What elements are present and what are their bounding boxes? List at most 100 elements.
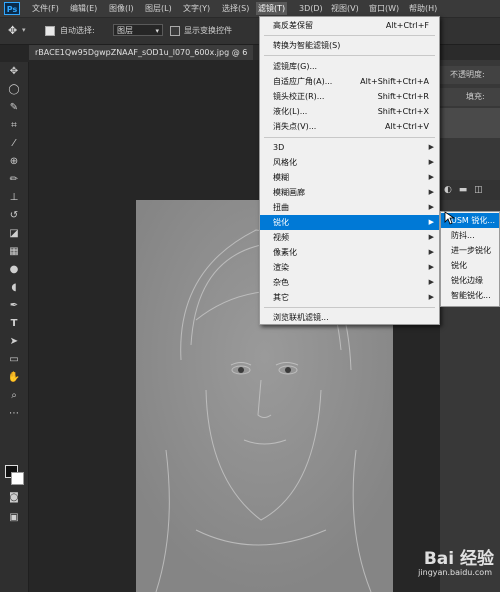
filter-menu-item[interactable]: 风格化 ▶ xyxy=(260,155,439,170)
menu-item-shortcut: Alt+Ctrl+V xyxy=(385,122,429,131)
submenu-item-label: USM 锐化... xyxy=(451,216,496,225)
background-color-swatch[interactable] xyxy=(11,472,24,485)
menu-separator xyxy=(264,137,435,138)
filter-menu-item[interactable]: 自适应广角(A)... Alt+Shift+Ctrl+A xyxy=(260,74,439,89)
stamp-tool-icon[interactable]: ⊥ xyxy=(7,192,21,204)
submenu-arrow-icon: ▶ xyxy=(428,278,434,286)
submenu-arrow-icon: ▶ xyxy=(428,188,434,196)
type-tool-icon[interactable]: T xyxy=(7,318,21,330)
crop-tool-icon[interactable]: ⌗ xyxy=(7,120,21,132)
submenu-item[interactable]: 锐化边缘 xyxy=(441,273,499,288)
menu-layer[interactable]: 图层(L) xyxy=(143,2,174,15)
filter-menu-item[interactable]: 渲染 ▶ xyxy=(260,260,439,275)
filter-menu-item[interactable]: 模糊 ▶ xyxy=(260,170,439,185)
submenu-item-label: 进一步锐化 xyxy=(451,246,491,255)
rectangle-tool-icon[interactable]: ▭ xyxy=(7,354,21,366)
menu-window[interactable]: 窗口(W) xyxy=(367,2,401,15)
menu-item-label: 模糊画廊 xyxy=(273,188,305,197)
lasso-tool-icon[interactable]: ◯ xyxy=(7,84,21,96)
menu-item-label: 视频 xyxy=(273,233,289,242)
menu-item-label: 其它 xyxy=(273,293,289,302)
menu-separator xyxy=(264,35,435,36)
filter-menu-item[interactable]: 3D ▶ xyxy=(260,140,439,155)
chevron-down-icon: ▾ xyxy=(155,27,159,35)
filter-menu-item[interactable]: 消失点(V)... Alt+Ctrl+V xyxy=(260,119,439,134)
photoshop-logo: Ps xyxy=(4,2,20,15)
submenu-item[interactable]: 防抖... xyxy=(441,228,499,243)
submenu-arrow-icon: ▶ xyxy=(428,248,434,256)
filter-menu-item-sharpen[interactable]: 锐化 ▶ xyxy=(260,215,439,230)
filter-menu: 高反差保留 Alt+Ctrl+F 转换为智能滤镜(S) 滤镜库(G)... 自适应… xyxy=(259,16,440,325)
more-tools-icon[interactable]: ⋯ xyxy=(7,408,21,420)
move-tool-icon[interactable]: ✥ xyxy=(8,24,17,37)
submenu-arrow-icon: ▶ xyxy=(428,158,434,166)
layers-opacity-row: 不透明度: xyxy=(440,66,500,84)
menu-filter[interactable]: 滤镜(T) xyxy=(256,2,288,15)
filter-menu-item[interactable]: 杂色 ▶ xyxy=(260,275,439,290)
menu-item-shortcut: Shift+Ctrl+R xyxy=(377,92,429,101)
menu-help[interactable]: 帮助(H) xyxy=(407,2,439,15)
brush-tool-icon[interactable]: ✏ xyxy=(7,174,21,186)
submenu-item[interactable]: 进一步锐化 xyxy=(441,243,499,258)
filter-menu-item[interactable]: 高反差保留 Alt+Ctrl+F xyxy=(260,18,439,33)
screen-mode-icon[interactable]: ▣ xyxy=(7,512,21,524)
healing-brush-icon[interactable]: ⊕ xyxy=(7,156,21,168)
new-layer-icon[interactable]: ◫ xyxy=(474,185,483,195)
menu-item-label: 滤镜库(G)... xyxy=(273,62,318,71)
adjustment-icon[interactable]: ◐ xyxy=(444,185,452,195)
show-transform-checkbox[interactable] xyxy=(170,26,180,36)
show-transform-label: 显示变换控件 xyxy=(184,26,232,35)
filter-menu-item[interactable]: 液化(L)... Shift+Ctrl+X xyxy=(260,104,439,119)
dodge-tool-icon[interactable]: ◖ xyxy=(7,282,21,294)
submenu-arrow-icon: ▶ xyxy=(428,203,434,211)
chevron-down-icon[interactable]: ▾ xyxy=(22,26,26,34)
submenu-item[interactable]: 锐化 xyxy=(441,258,499,273)
submenu-arrow-icon: ▶ xyxy=(428,233,434,241)
menu-3d[interactable]: 3D(D) xyxy=(297,2,325,15)
menu-edit[interactable]: 编辑(E) xyxy=(68,2,99,15)
auto-select-checkbox[interactable] xyxy=(45,26,55,36)
menu-image[interactable]: 图像(I) xyxy=(107,2,136,15)
gradient-tool-icon[interactable]: ▦ xyxy=(7,246,21,258)
pen-tool-icon[interactable]: ✒ xyxy=(7,300,21,312)
filter-menu-item[interactable]: 镜头校正(R)... Shift+Ctrl+R xyxy=(260,89,439,104)
zoom-tool-icon[interactable]: ⌕ xyxy=(7,390,21,402)
menu-item-shortcut: Alt+Ctrl+F xyxy=(385,21,429,30)
folder-icon[interactable]: ▬ xyxy=(459,185,468,195)
menu-item-label: 锐化 xyxy=(273,218,289,227)
path-select-icon[interactable]: ➤ xyxy=(7,336,21,348)
menu-item-shortcut: Alt+Shift+Ctrl+A xyxy=(360,77,429,86)
filter-menu-item[interactable]: 滤镜库(G)... xyxy=(260,59,439,74)
eyedropper-tool-icon[interactable]: ⁄ xyxy=(7,138,21,150)
quick-mask-icon[interactable]: ◙ xyxy=(7,492,21,504)
move-tool-icon[interactable]: ✥ xyxy=(7,66,21,78)
document-tab[interactable]: rBACE1Qw95DgwpZNAAF_sOD1u_l070_600x.jpg … xyxy=(29,45,254,60)
menu-item-shortcut: Shift+Ctrl+X xyxy=(377,107,429,116)
hand-tool-icon[interactable]: ✋ xyxy=(7,372,21,384)
submenu-arrow-icon: ▶ xyxy=(428,293,434,301)
blur-tool-icon[interactable]: ● xyxy=(7,264,21,276)
menu-select[interactable]: 选择(S) xyxy=(220,2,251,15)
layer-row[interactable] xyxy=(440,108,500,138)
menu-file[interactable]: 文件(F) xyxy=(30,2,61,15)
history-brush-icon[interactable]: ↺ xyxy=(7,210,21,222)
menu-type[interactable]: 文字(Y) xyxy=(181,2,212,15)
filter-menu-item[interactable]: 其它 ▶ xyxy=(260,290,439,305)
quick-select-tool-icon[interactable]: ✎ xyxy=(7,102,21,114)
filter-menu-item[interactable]: 视频 ▶ xyxy=(260,230,439,245)
filter-menu-item[interactable]: 模糊画廊 ▶ xyxy=(260,185,439,200)
filter-menu-item[interactable]: 像素化 ▶ xyxy=(260,245,439,260)
eraser-tool-icon[interactable]: ◪ xyxy=(7,228,21,240)
submenu-item[interactable]: 智能锐化... xyxy=(441,288,499,303)
menu-item-label: 高反差保留 xyxy=(273,21,313,30)
submenu-arrow-icon: ▶ xyxy=(428,218,434,226)
layer-actions-bar: ◐ ▬ ◫ xyxy=(440,180,500,200)
menu-view[interactable]: 视图(V) xyxy=(329,2,361,15)
submenu-item-label: 智能锐化... xyxy=(451,291,491,300)
tools-panel: ✥ ◯ ✎ ⌗ ⁄ ⊕ ✏ ⊥ ↺ ◪ ▦ ● ◖ ✒ T ➤ ▭ ✋ ⌕ ⋯ … xyxy=(0,62,29,592)
auto-select-dropdown[interactable]: 图层 ▾ xyxy=(113,24,163,36)
filter-menu-item[interactable]: 浏览联机滤镜... xyxy=(260,310,439,325)
filter-menu-item[interactable]: 转换为智能滤镜(S) xyxy=(260,38,439,53)
menu-item-label: 模糊 xyxy=(273,173,289,182)
filter-menu-item[interactable]: 扭曲 ▶ xyxy=(260,200,439,215)
